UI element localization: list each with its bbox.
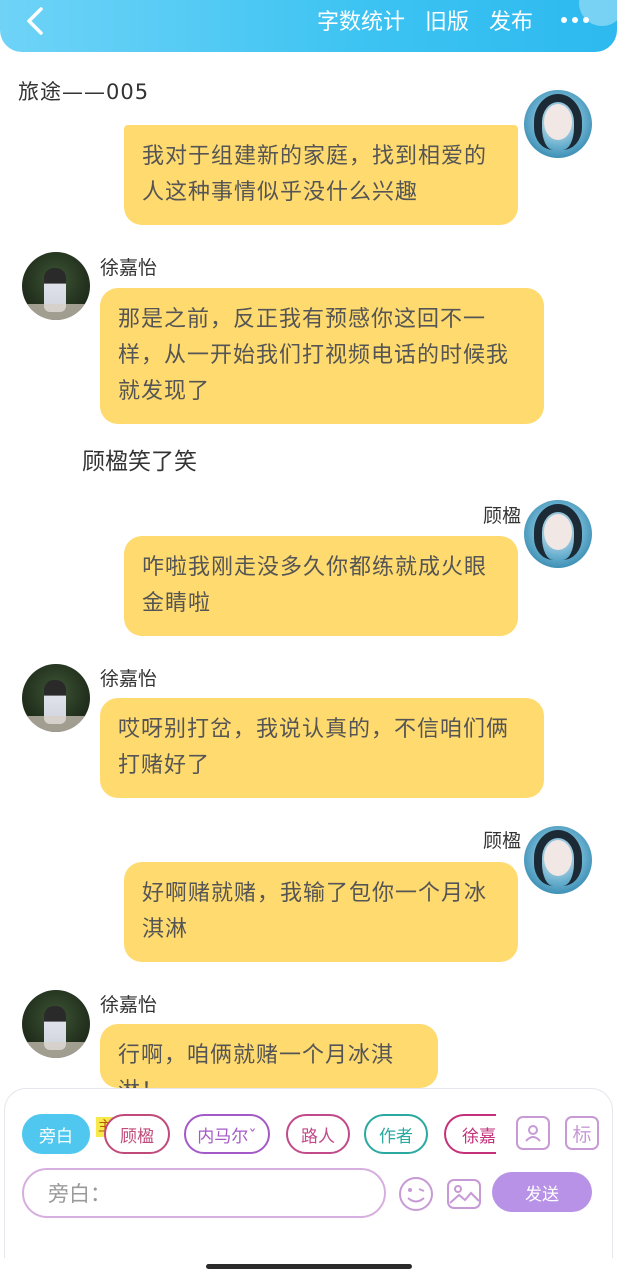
old-version-button[interactable]: 旧版 bbox=[425, 4, 469, 36]
message-text: 咋啦我刚走没多久你都练就成火眼金睛啦 bbox=[142, 555, 488, 616]
speaker-name: 顾楹 bbox=[483, 505, 522, 527]
role-chip-neymar[interactable]: 内马尔ˇ bbox=[184, 1114, 270, 1154]
message-bubble[interactable]: 好啊赌就赌，我输了包你一个月冰淇淋 bbox=[124, 862, 518, 962]
image-icon[interactable] bbox=[446, 1176, 482, 1212]
message-bubble[interactable]: 咋啦我刚走没多久你都练就成火眼金睛啦 bbox=[124, 536, 518, 636]
avatar-gu-ying[interactable] bbox=[524, 826, 592, 894]
role-chip-gu-ying[interactable]: 顾楹 bbox=[104, 1114, 170, 1154]
avatar-xu-jiayi[interactable] bbox=[22, 252, 90, 320]
avatar-xu-jiayi[interactable] bbox=[22, 990, 90, 1058]
message-bubble[interactable]: 那是之前，反正我有预感你这回不一样，从一开始我们打视频电话的时候我就发现了 bbox=[100, 288, 544, 424]
word-count-button[interactable]: 字数统计 bbox=[317, 4, 405, 36]
tag-label: 标 bbox=[572, 1123, 592, 1146]
narration-text[interactable]: 顾楹笑了笑 bbox=[82, 442, 197, 476]
tag-button[interactable]: 标 bbox=[565, 1116, 599, 1150]
send-button[interactable]: 发送 bbox=[492, 1172, 592, 1212]
contact-card-glyph bbox=[525, 1125, 541, 1142]
emoji-icon[interactable] bbox=[398, 1176, 434, 1212]
more-horizontal-icon[interactable] bbox=[561, 17, 589, 23]
role-chip-narrator[interactable]: 旁白 bbox=[22, 1114, 90, 1154]
speaker-name: 徐嘉怡 bbox=[100, 257, 158, 279]
message-bubble[interactable]: 行啊，咱俩就赌一个月冰淇淋！ bbox=[100, 1024, 438, 1104]
message-text: 哎呀别打岔，我说认真的，不信咱们俩打赌好了 bbox=[118, 717, 510, 778]
speaker-name: 徐嘉怡 bbox=[100, 994, 158, 1016]
message-input[interactable]: 旁白： bbox=[22, 1168, 386, 1218]
speaker-name: 徐嘉怡 bbox=[100, 668, 158, 690]
role-chip-xu-jiayi[interactable]: 徐嘉怡 bbox=[444, 1114, 496, 1154]
message-text: 好啊赌就赌，我输了包你一个月冰淇淋 bbox=[142, 881, 488, 942]
message-bubble[interactable]: 我对于组建新的家庭，找到相爱的人这种事情似乎没什么兴趣 bbox=[124, 125, 518, 225]
role-chip-passerby[interactable]: 路人 bbox=[286, 1114, 350, 1154]
publish-button[interactable]: 发布 bbox=[489, 4, 533, 36]
message-text: 我对于组建新的家庭，找到相爱的人这种事情似乎没什么兴趣 bbox=[142, 144, 488, 205]
speaker-name: 顾楹 bbox=[483, 830, 522, 852]
chevron-left-icon bbox=[27, 7, 43, 35]
message-bubble[interactable]: 哎呀别打岔，我说认真的，不信咱们俩打赌好了 bbox=[100, 698, 544, 798]
chapter-title: 旅途——005 bbox=[18, 80, 150, 104]
back-button[interactable] bbox=[18, 4, 52, 38]
avatar-xu-jiayi[interactable] bbox=[22, 664, 90, 732]
avatar-gu-ying[interactable] bbox=[524, 500, 592, 568]
home-indicator[interactable] bbox=[206, 1264, 412, 1269]
role-chip-author[interactable]: 作者 bbox=[364, 1114, 428, 1154]
message-text: 那是之前，反正我有预感你这回不一样，从一开始我们打视频电话的时候我就发现了 bbox=[118, 307, 510, 404]
avatar-gu-ying[interactable] bbox=[524, 90, 592, 158]
top-nav-bar: 字数统计 旧版 发布 bbox=[0, 0, 617, 52]
contact-card-icon[interactable] bbox=[516, 1116, 550, 1150]
